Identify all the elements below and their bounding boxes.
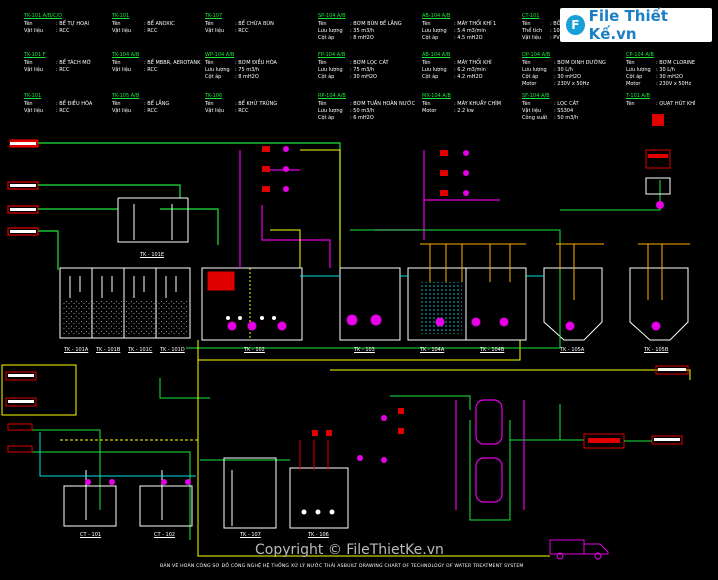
drawing-caption: BẢN VẼ HOÀN CÔNG SƠ ĐỒ CÔNG NGHỆ HỆ THỐN… — [160, 564, 524, 569]
label-tk-101c: TK - 101C — [128, 347, 153, 353]
label-tk-103: TK - 103 — [354, 347, 375, 353]
label-tk-106: TK - 106 — [308, 532, 329, 538]
label-tk-105a: TK - 105A — [560, 347, 585, 353]
label-tk-101d: TK - 101D — [160, 347, 185, 353]
label-ct-102: CT - 102 — [154, 532, 176, 538]
exhaust-fan — [645, 114, 671, 209]
label-tk-107: TK - 107 — [240, 532, 261, 538]
label-ct-101: CT - 101 — [80, 532, 102, 538]
tank-102 — [201, 267, 303, 341]
label-tk-101b: TK - 101B — [96, 347, 121, 353]
chemical-lines — [239, 150, 500, 268]
valves-cluster — [312, 408, 404, 463]
process-flow-diagram — [1, 114, 691, 560]
sludge-lines — [197, 149, 691, 380]
tank-106-bottom — [289, 440, 349, 529]
tank-105b — [629, 267, 689, 341]
logo-text: File Thiết Kế.vn — [588, 7, 668, 43]
label-tk-104b: TK - 104B — [480, 347, 505, 353]
site-logo: F File Thiết Kế.vn — [560, 7, 712, 43]
outlet — [583, 365, 689, 449]
logo-mark-icon: F — [566, 15, 585, 35]
tank-105a — [543, 267, 603, 341]
tank-107-bottom — [223, 457, 277, 529]
tank-101-septic — [59, 267, 191, 339]
label-tk-104a: TK - 104A — [420, 347, 445, 353]
inflow-lines — [7, 139, 341, 270]
tank-101e — [117, 197, 189, 243]
tank-103 — [339, 267, 401, 341]
tank-ct — [39, 432, 200, 527]
copyright-watermark: Copyright © FileThietKe.vn — [255, 542, 444, 558]
label-tk-102: TK - 102 — [244, 347, 265, 353]
tank-104 — [407, 267, 527, 341]
label-tk-101e: TK - 101E — [140, 252, 165, 258]
drawing-canvas: TK-101 A/B/C/D Tên : BỂ TỰ HOẠI Vật liệu… — [0, 0, 718, 580]
sludge-haul-line — [197, 340, 550, 557]
sand-filters — [455, 399, 525, 510]
chemical-tank-panel — [1, 364, 77, 453]
label-tk-105b: TK - 105B — [644, 347, 669, 353]
sludge-truck-icon — [549, 539, 609, 560]
label-tk-101a: TK - 101A — [64, 347, 89, 353]
dosing-pumps — [262, 146, 469, 196]
